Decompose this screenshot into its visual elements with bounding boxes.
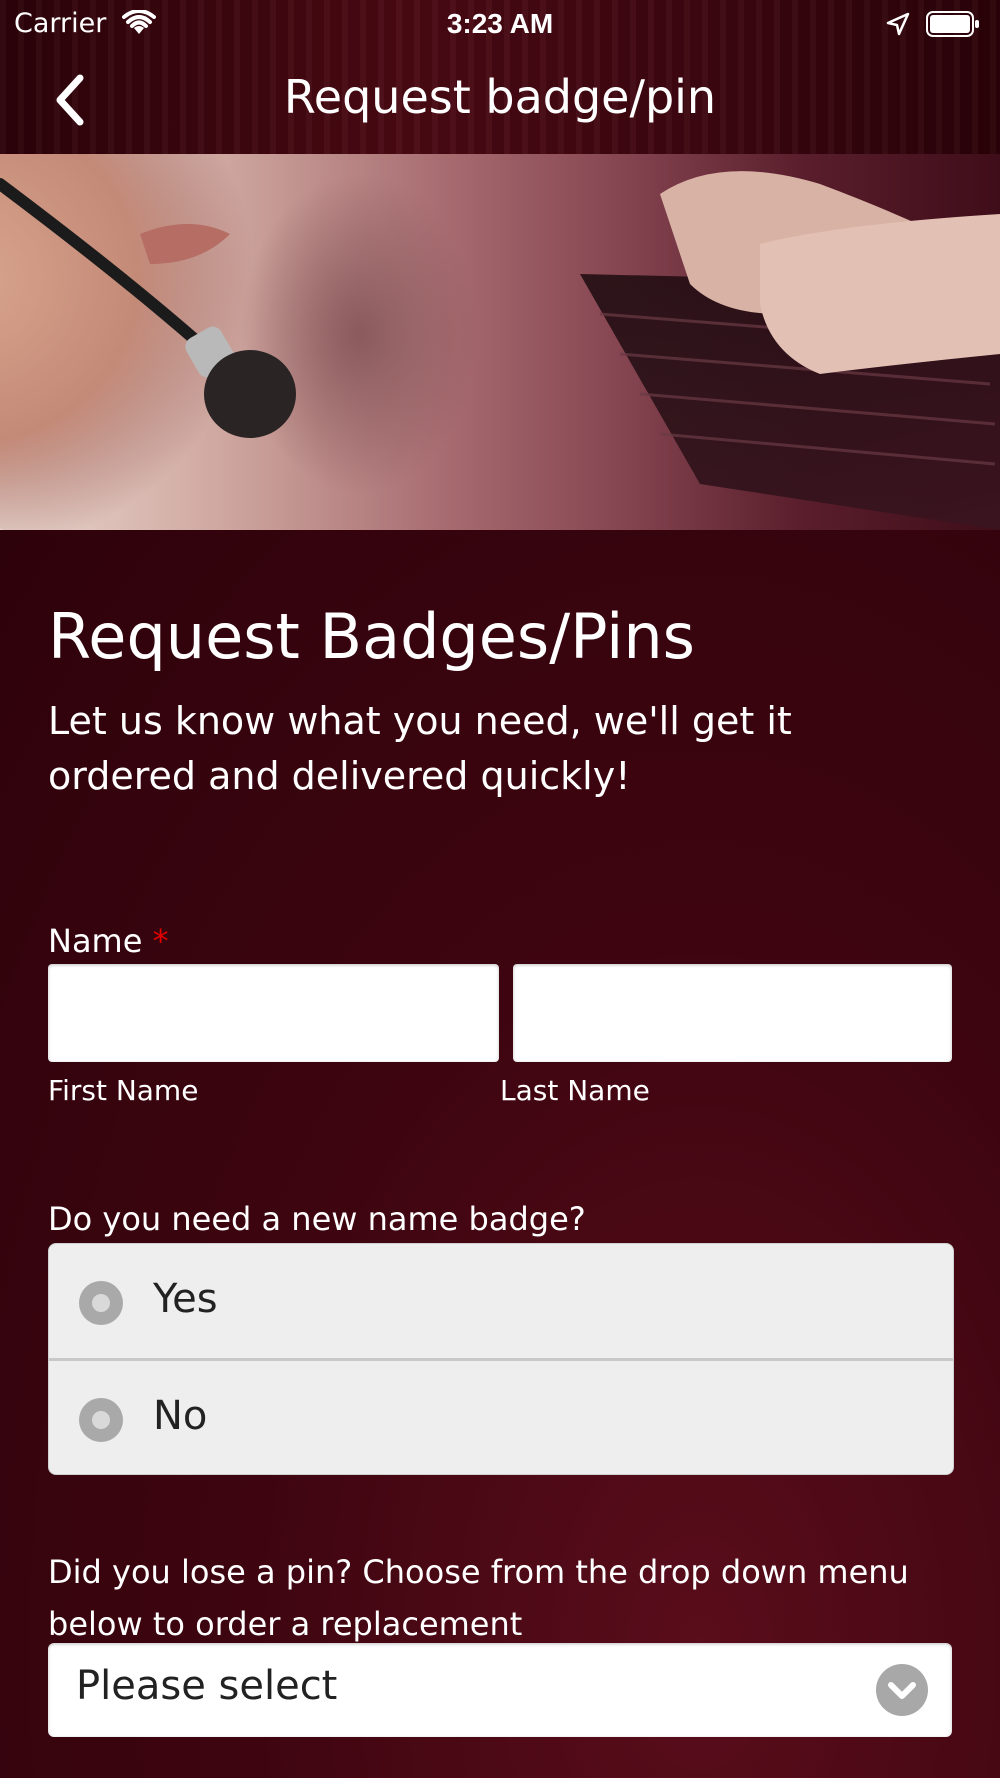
last-name-sublabel: Last Name <box>500 1074 650 1107</box>
pin-dropdown-value: Please select <box>76 1663 338 1709</box>
radio-button[interactable] <box>79 1281 123 1325</box>
badge-radio-group: Yes No <box>48 1243 954 1475</box>
status-bar: Carrier 3:23 AM <box>0 0 1000 50</box>
status-time: 3:23 AM <box>446 8 554 39</box>
first-name-input[interactable] <box>48 964 499 1062</box>
chevron-down-icon[interactable] <box>876 1664 928 1716</box>
location-arrow-icon <box>886 12 910 36</box>
battery-icon <box>926 11 979 37</box>
last-name-input[interactable] <box>513 964 952 1062</box>
required-marker: * <box>152 922 169 960</box>
radio-button[interactable] <box>79 1398 123 1442</box>
intro-text: Let us know what you need, we'll get it … <box>48 699 792 798</box>
radio-label-yes: Yes <box>153 1276 218 1322</box>
radio-option-yes[interactable]: Yes <box>49 1244 953 1361</box>
name-label-text: Name <box>48 922 143 960</box>
call-center-photo <box>0 154 1000 530</box>
nav-title: Request badge/pin <box>283 70 717 124</box>
hero-banner-image <box>0 154 1000 530</box>
badge-question-label: Do you need a new name badge? <box>48 1200 586 1238</box>
radio-option-no[interactable]: No <box>49 1361 953 1474</box>
pin-question-label: Did you lose a pin? Choose from the drop… <box>48 1553 909 1643</box>
name-label: Name * <box>48 922 169 960</box>
page-heading: Request Badges/Pins <box>48 600 695 673</box>
radio-label-no: No <box>153 1393 208 1439</box>
first-name-sublabel: First Name <box>48 1074 199 1107</box>
pin-dropdown[interactable]: Please select <box>48 1643 952 1737</box>
